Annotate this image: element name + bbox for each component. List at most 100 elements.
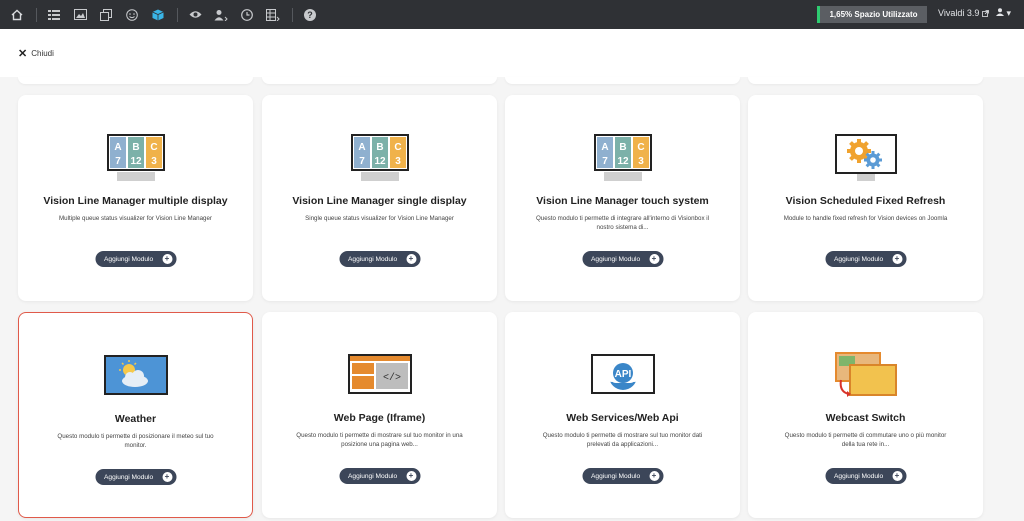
copy-icon[interactable] <box>97 6 115 24</box>
plus-icon: + <box>892 471 902 481</box>
add-module-button[interactable]: Aggiungi Modulo + <box>95 469 176 485</box>
version-label: Vivaldi 3.9 <box>938 8 980 18</box>
abc-number-12: 12 <box>374 156 386 167</box>
add-module-button[interactable]: Aggiungi Modulo + <box>582 251 663 267</box>
module-card[interactable]: Vision Scheduled Fixed Refresh Module to… <box>748 95 983 301</box>
module-title: Web Services/Web Api <box>566 412 679 424</box>
toolbar-icons: ? <box>0 0 327 29</box>
add-module-label: Aggiungi Modulo <box>834 472 884 480</box>
abc-letter-c: C <box>394 142 401 153</box>
top-bar: ? 1,65% Spazio Utilizzato Vivaldi 3.9 ▾ <box>0 0 1024 29</box>
add-module-label: Aggiungi Modulo <box>348 255 398 263</box>
add-module-button[interactable]: Aggiungi Modulo + <box>582 468 663 484</box>
abc-letter-b: B <box>376 142 383 153</box>
close-button-label: Chiudi <box>31 48 54 58</box>
grid-icon[interactable] <box>264 6 282 24</box>
user-settings-icon[interactable] <box>212 6 230 24</box>
storage-usage-indicator[interactable]: 1,65% Spazio Utilizzato <box>817 6 927 23</box>
external-link-icon <box>982 9 990 17</box>
abc-letter-a: A <box>358 142 365 153</box>
user-menu[interactable]: ▾ <box>996 8 1011 19</box>
home-icon[interactable] <box>8 6 26 24</box>
abc-number-3: 3 <box>151 156 157 167</box>
abc-monitor-icon: A B C 7 12 3 <box>106 134 165 181</box>
module-title: Vision Line Manager touch system <box>536 195 709 207</box>
plus-icon: + <box>649 471 659 481</box>
plus-icon: + <box>892 254 902 264</box>
plus-icon: + <box>406 254 416 264</box>
module-card[interactable]: API Web Services/Web Api Questo modulo t… <box>505 312 740 518</box>
abc-letter-b: B <box>132 142 139 153</box>
module-title: Vision Line Manager single display <box>292 195 467 207</box>
image-icon[interactable] <box>71 6 89 24</box>
toolbar-separator <box>177 7 178 22</box>
plus-icon: + <box>406 471 416 481</box>
module-title: Weather <box>114 413 157 425</box>
module-description: Single queue status visualizer for Visio… <box>305 215 454 222</box>
version-link[interactable]: Vivaldi 3.9 <box>938 8 990 18</box>
module-card[interactable]: </> Web Page (Iframe) Questo modulo ti p… <box>262 312 497 518</box>
module-title: Vision Line Manager multiple display <box>43 195 228 207</box>
module-card[interactable]: A B C 7 12 3 Vision Line Manager single … <box>262 95 497 301</box>
module-description: Questo modulo ti permette di posizionare… <box>57 433 214 449</box>
add-module-label: Aggiungi Modulo <box>104 255 154 263</box>
module-card[interactable]: Webcast Switch Questo modulo ti permette… <box>748 312 983 518</box>
add-module-button[interactable]: Aggiungi Modulo + <box>339 251 420 267</box>
abc-letter-c: C <box>637 142 644 153</box>
plus-icon: + <box>162 254 172 264</box>
abc-letter-c: C <box>150 142 157 153</box>
abc-letter-a: A <box>601 142 608 153</box>
module-description: Multiple queue status visualizer for Vis… <box>59 215 212 222</box>
user-menu-caret: ▾ <box>1006 8 1012 18</box>
abc-number-7: 7 <box>359 156 365 167</box>
add-module-button[interactable]: Aggiungi Modulo + <box>825 251 906 267</box>
api-monitor-icon: API <box>590 354 655 394</box>
close-button[interactable]: ✕ Chiudi <box>12 42 60 64</box>
module-card[interactable]: A B C 7 12 3 Vision Line Manager touch s… <box>505 95 740 301</box>
plus-icon: + <box>649 254 659 264</box>
abc-letter-b: B <box>619 142 626 153</box>
module-description: Questo modulo ti permette di mostrare su… <box>542 432 703 448</box>
gears-monitor-icon <box>834 134 897 181</box>
eye-icon[interactable] <box>186 6 204 24</box>
module-card-selected[interactable]: Weather Questo modulo ti permette di pos… <box>18 312 253 518</box>
close-icon: ✕ <box>18 47 28 60</box>
code-glyph: </> <box>382 372 400 384</box>
add-module-label: Aggiungi Modulo <box>104 473 154 481</box>
card-partial <box>505 77 740 84</box>
module-description: Questo modulo ti permette di mostrare su… <box>296 432 463 448</box>
list-icon[interactable] <box>45 6 63 24</box>
abc-number-3: 3 <box>395 156 401 167</box>
user-icon <box>996 8 1004 16</box>
module-title: Web Page (Iframe) <box>333 412 426 424</box>
abc-number-7: 7 <box>115 156 121 167</box>
help-icon[interactable]: ? <box>301 6 319 24</box>
add-module-label: Aggiungi Modulo <box>591 472 641 480</box>
abc-monitor-icon: A B C 7 12 3 <box>593 134 652 181</box>
abc-number-12: 12 <box>130 156 142 167</box>
card-partial <box>262 77 497 84</box>
module-card[interactable]: A B C 7 12 3 Vision Line Manager multipl… <box>18 95 253 301</box>
add-module-button[interactable]: Aggiungi Modulo + <box>339 468 420 484</box>
switch-screens-icon <box>834 352 897 397</box>
add-module-button[interactable]: Aggiungi Modulo + <box>825 468 906 484</box>
code-monitor-icon: </> <box>347 354 412 394</box>
add-module-button[interactable]: Aggiungi Modulo + <box>95 251 176 267</box>
modal-header: ✕ Chiudi <box>0 29 1024 77</box>
module-title: Webcast Switch <box>825 412 906 424</box>
add-module-label: Aggiungi Modulo <box>834 255 884 263</box>
abc-monitor-icon: A B C 7 12 3 <box>350 134 409 181</box>
clock-icon[interactable] <box>238 6 256 24</box>
module-description: Questo modulo ti permette di integrare a… <box>535 215 710 231</box>
plus-icon: + <box>162 472 172 482</box>
abc-number-12: 12 <box>617 156 629 167</box>
cube-icon[interactable] <box>149 6 167 24</box>
abc-number-7: 7 <box>602 156 608 167</box>
add-module-label: Aggiungi Modulo <box>348 472 398 480</box>
api-label: API <box>614 369 631 380</box>
weather-monitor-icon <box>103 355 168 395</box>
card-partial <box>748 77 983 84</box>
abc-number-3: 3 <box>638 156 644 167</box>
card-partial <box>18 77 253 84</box>
smile-icon[interactable] <box>123 6 141 24</box>
